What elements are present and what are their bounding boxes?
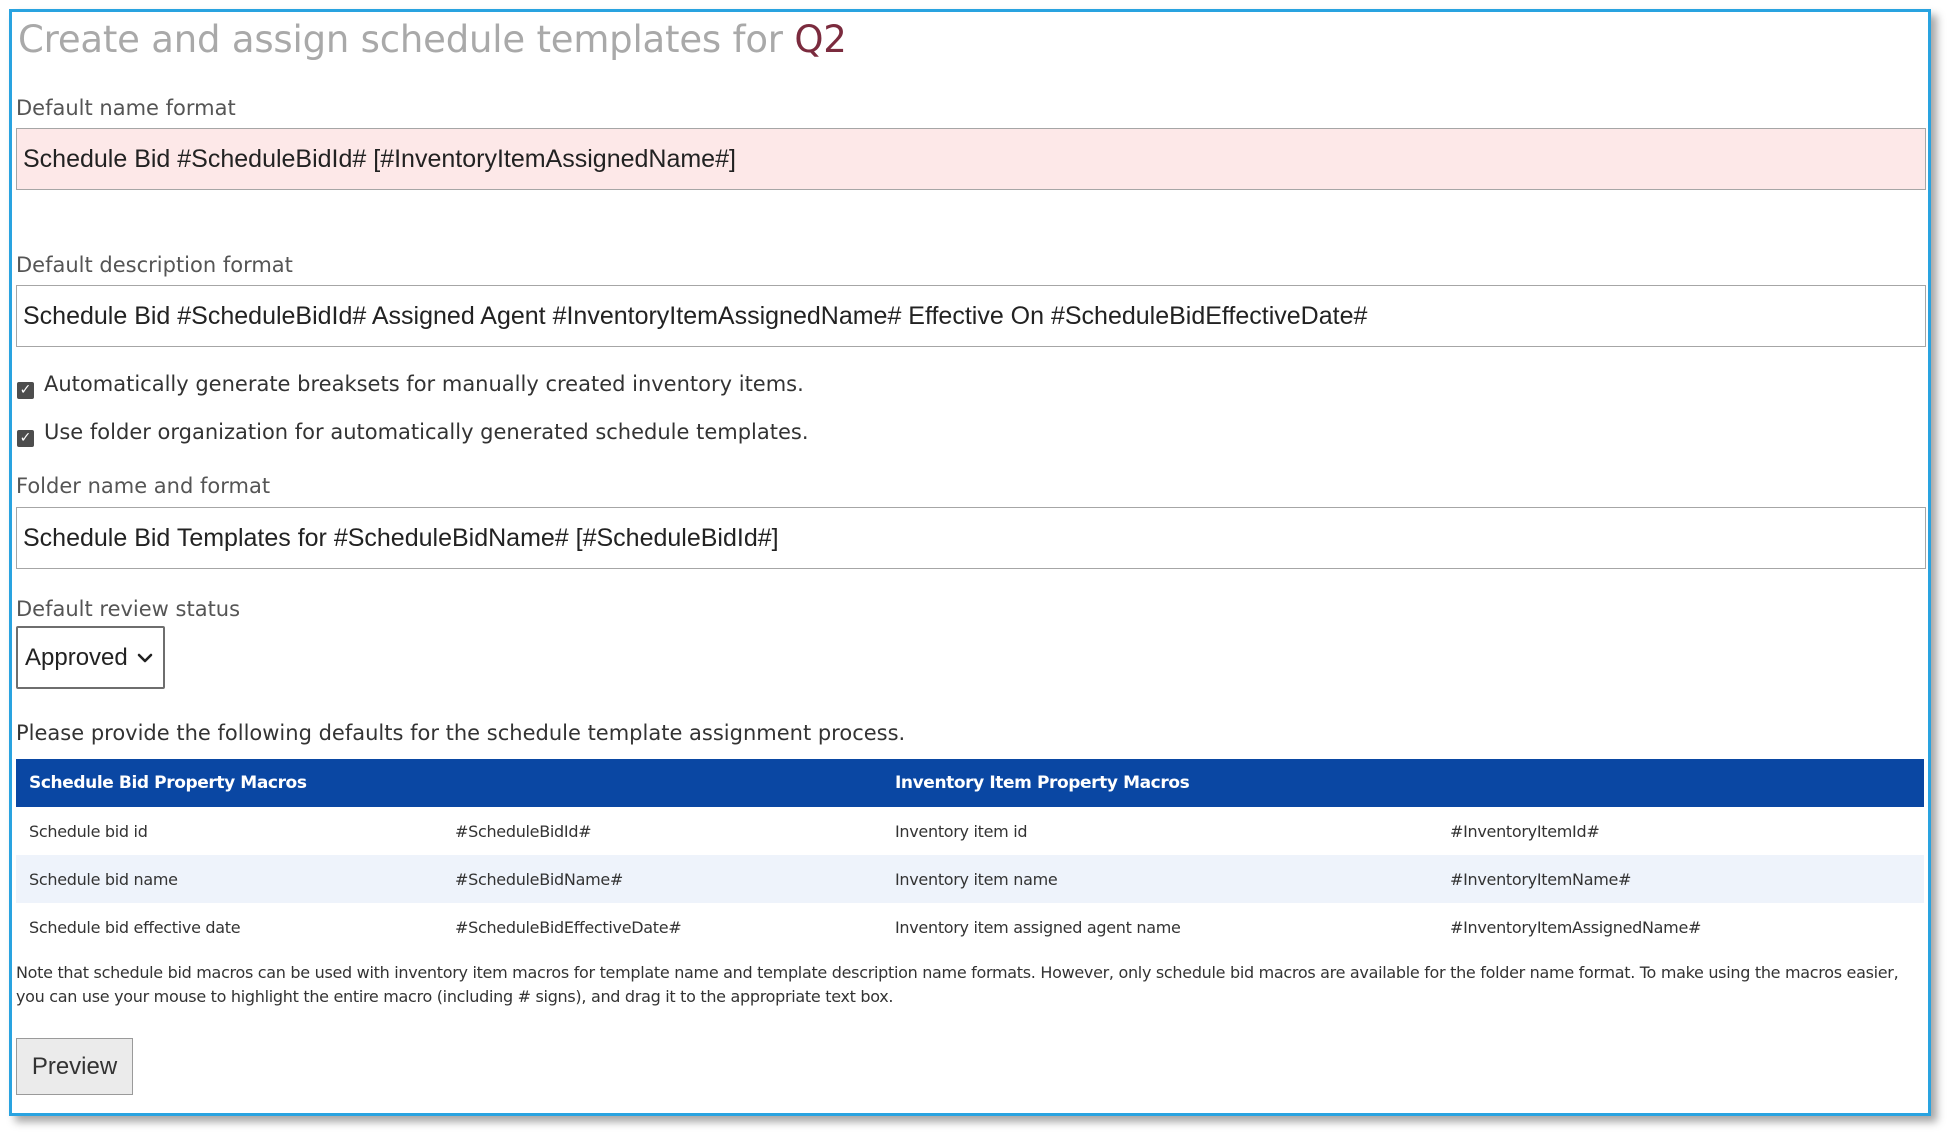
folder-organization-label: Use folder organization for automaticall… [44, 420, 809, 444]
macro-table: Schedule Bid Property Macros Inventory I… [16, 759, 1924, 951]
inventory-item-property: Inventory item assigned agent name [895, 917, 1181, 937]
schedule-bid-property: Schedule bid effective date [29, 917, 241, 937]
review-status-label: Default review status [16, 597, 241, 621]
check-icon: ✓ [19, 430, 32, 446]
inventory-item-property: Inventory item name [882, 855, 1437, 903]
schedule-bid-property: Schedule bid id [29, 821, 148, 841]
macro-usage-note: Note that schedule bid macros can be use… [16, 963, 1899, 1006]
description-format-label: Default description format [16, 253, 293, 277]
preview-button[interactable]: Preview [16, 1038, 133, 1095]
check-icon: ✓ [19, 382, 32, 398]
table-row: Schedule bid name #ScheduleBidName# Inve… [16, 855, 1924, 903]
folder-format-label: Folder name and format [16, 474, 271, 498]
schedule-bid-macro[interactable]: #ScheduleBidEffectiveDate# [442, 903, 882, 951]
inventory-item-macros-header: Inventory Item Property Macros [882, 759, 1924, 807]
inventory-item-macro[interactable]: #InventoryItemName# [1437, 855, 1924, 903]
folder-organization-checkbox[interactable]: ✓ [17, 430, 34, 447]
auto-breaksets-label: Automatically generate breaksets for man… [44, 372, 804, 396]
inventory-item-property: Inventory item id [895, 821, 1028, 841]
inventory-item-macro[interactable]: #InventoryItemAssignedName# [1437, 903, 1924, 951]
name-format-label: Default name format [16, 96, 236, 120]
schedule-bid-macro[interactable]: #ScheduleBidId# [442, 807, 882, 855]
inventory-item-macro[interactable]: #InventoryItemId# [1437, 807, 1924, 855]
review-status-select[interactable]: Approved [16, 626, 165, 689]
folder-format-input[interactable]: Schedule Bid Templates for #ScheduleBidN… [16, 507, 1926, 569]
auto-breaksets-checkbox[interactable]: ✓ [17, 382, 34, 399]
settings-panel: Create and assign schedule templates for… [9, 9, 1931, 1116]
page-title: Create and assign schedule templates for… [18, 18, 847, 61]
review-status-value: Approved [25, 643, 128, 671]
schedule-bid-macros-header: Schedule Bid Property Macros [16, 759, 882, 807]
schedule-bid-macro[interactable]: #ScheduleBidName# [442, 855, 882, 903]
chevron-down-icon [137, 653, 153, 662]
description-format-input[interactable]: Schedule Bid #ScheduleBidId# Assigned Ag… [16, 285, 1926, 347]
schedule-bid-property: Schedule bid name [16, 855, 442, 903]
page-title-entity: Q2 [794, 18, 847, 61]
assignment-intro-text: Please provide the following defaults fo… [16, 721, 906, 745]
table-row: Schedule bid id #ScheduleBidId# Inventor… [16, 807, 1924, 855]
page-title-text: Create and assign schedule templates for [18, 18, 795, 61]
name-format-input[interactable]: Schedule Bid #ScheduleBidId# [#Inventory… [16, 128, 1926, 190]
macro-table-header: Schedule Bid Property Macros Inventory I… [16, 759, 1924, 807]
table-row: Schedule bid effective date #ScheduleBid… [16, 903, 1924, 951]
